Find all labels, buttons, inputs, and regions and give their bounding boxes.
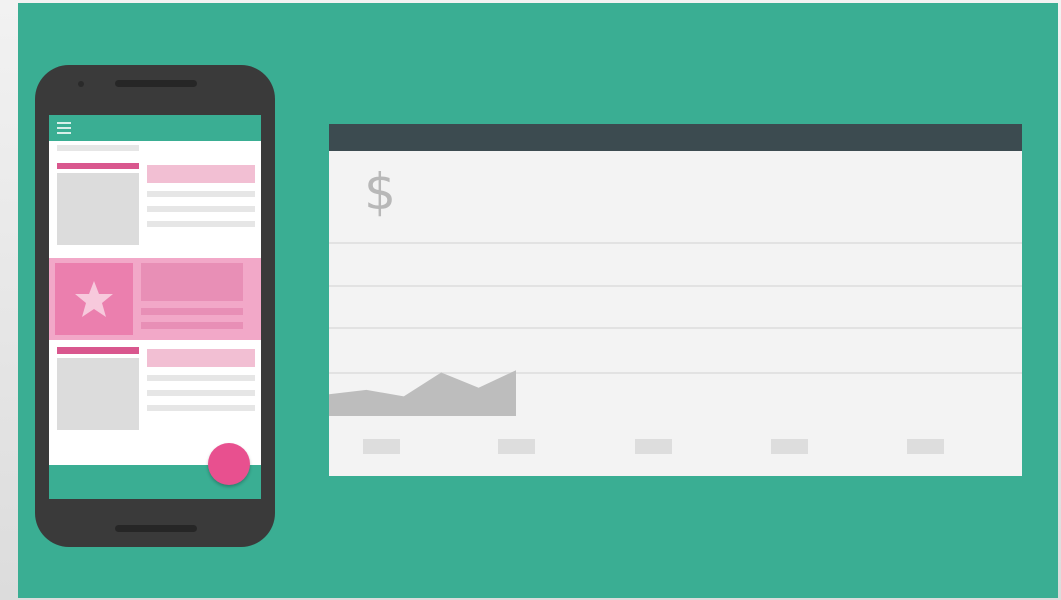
list-item-line	[147, 405, 255, 411]
list-item-accent	[57, 347, 139, 354]
list-item-title	[147, 165, 255, 183]
list-item-thumbnail-starred	[55, 263, 133, 335]
phone-device	[35, 65, 275, 547]
floating-action-button[interactable]	[208, 443, 250, 485]
list-item-line	[147, 375, 255, 381]
area-series	[329, 370, 516, 416]
illustration-background: $	[18, 3, 1058, 598]
x-axis-tick-label	[363, 439, 400, 454]
list-item-placeholder	[57, 145, 139, 151]
list-item-line	[147, 390, 255, 396]
x-axis-tick-label	[771, 439, 808, 454]
star-icon	[75, 281, 113, 317]
list-item-thumbnail	[57, 358, 139, 430]
list-item-line	[147, 191, 255, 197]
phone-app-bar	[49, 115, 261, 141]
list-item-highlighted[interactable]	[49, 258, 261, 340]
list-item-thumbnail	[57, 173, 139, 245]
list-item-line	[147, 221, 255, 227]
list-item-accent	[57, 163, 139, 169]
phone-speaker	[115, 80, 197, 87]
x-axis-tick-label	[498, 439, 535, 454]
revenue-chart-card: $	[329, 124, 1022, 476]
x-axis-tick-label	[907, 439, 944, 454]
x-axis-tick-label	[635, 439, 672, 454]
list-item-line	[147, 206, 255, 212]
list-item-line	[141, 308, 243, 315]
list-item-line	[141, 322, 243, 329]
list-item-title	[141, 263, 243, 301]
hamburger-menu-icon[interactable]	[57, 122, 71, 134]
phone-home-bar	[115, 525, 197, 532]
phone-screen	[49, 115, 261, 499]
revenue-area-chart	[329, 370, 516, 416]
list-item-title	[147, 349, 255, 367]
phone-camera	[78, 81, 84, 87]
